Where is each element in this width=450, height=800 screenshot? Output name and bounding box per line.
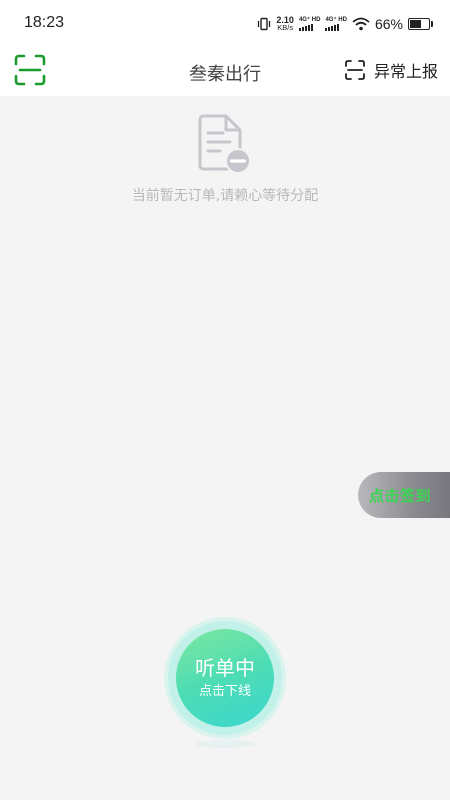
check-in-button[interactable]: 点击签到: [358, 472, 450, 518]
battery-percent: 66%: [374, 16, 403, 32]
no-order-document-icon: [198, 114, 251, 174]
empty-order-message: 当前暂无订单,请赖心等待分配: [131, 188, 319, 204]
net-speed-unit: KB/s: [277, 23, 294, 32]
go-offline-button[interactable]: 听单中 点击下线: [176, 629, 274, 727]
battery-icon: [408, 18, 433, 30]
report-label: 异常上报: [373, 62, 438, 81]
listen-button-shadow: [195, 740, 255, 748]
net-speed: 2.10 KB/s: [276, 16, 294, 32]
signal-icon: [325, 24, 340, 31]
exception-report-button[interactable]: 异常上报: [344, 58, 438, 82]
status-icons: 2.10 KB/s 4G⁺ HD 4G⁺ HD 66%: [257, 14, 433, 34]
app-header: 叁秦出行 异常上报: [0, 46, 450, 96]
check-in-label: 点击签到: [369, 486, 432, 505]
sim2-signal: 4G⁺ HD: [325, 17, 347, 31]
battery-fill: [410, 20, 421, 28]
status-time: 18:23: [24, 14, 65, 31]
sim2-label: 4G⁺ HD: [325, 17, 347, 23]
wifi-icon: [352, 17, 370, 31]
status-bar: 18:23 2.10 KB/s 4G⁺ HD 4G⁺ HD 66%: [0, 0, 450, 46]
report-scan-icon: [345, 60, 365, 80]
signal-icon: [298, 24, 313, 31]
sim1-signal: 4G⁺ HD: [298, 17, 321, 31]
listen-status-label: 听单中: [195, 656, 255, 680]
sim1-label: 4G⁺ HD: [298, 17, 321, 23]
vibrate-icon: [258, 17, 271, 31]
screen: 18:23 2.10 KB/s 4G⁺ HD 4G⁺ HD 66% 叁秦出行 异…: [0, 0, 450, 800]
listen-action-label: 点击下线: [198, 684, 251, 699]
